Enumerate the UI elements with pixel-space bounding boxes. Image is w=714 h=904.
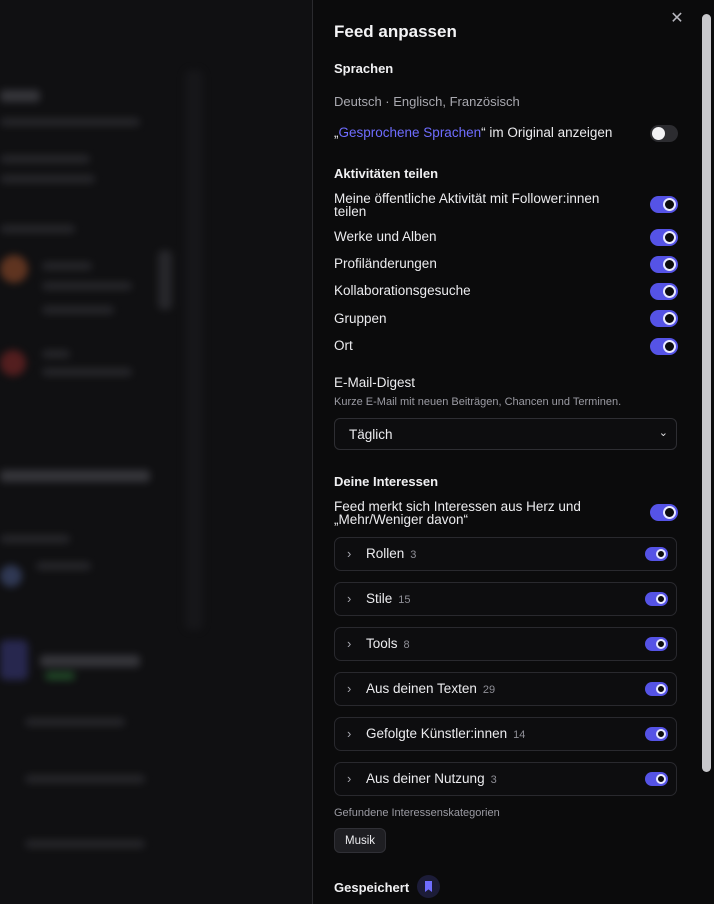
email-digest-select[interactable]: Täglich ⌄ [334, 418, 677, 450]
activity-label-groups: Gruppen [334, 311, 387, 326]
activity-toggle-location[interactable] [650, 338, 678, 355]
category-toggle[interactable] [645, 547, 668, 561]
activity-label-profile: Profiländerungen [334, 256, 437, 271]
email-digest-selected: Täglich [349, 427, 393, 442]
found-interests-label: Gefundene Interessenskategorien [334, 807, 500, 819]
category-count: 8 [403, 639, 410, 651]
chevron-down-icon: ⌄ [658, 427, 668, 439]
interests-remember-label: Feed merkt sich Interessen aus Herz und … [334, 499, 581, 527]
category-count: 3 [410, 549, 417, 561]
category-count: 3 [490, 774, 497, 786]
saved-heading: Gespeichert [334, 880, 410, 895]
email-digest-hint: Kurze E-Mail mit neuen Beiträgen, Chance… [334, 396, 622, 408]
activity-toggle-public[interactable] [650, 196, 678, 213]
category-toggle[interactable] [645, 772, 668, 786]
category-name: Tools [366, 636, 398, 651]
category-name: Gefolgte Künstler:innen [366, 726, 508, 741]
panel-title: Feed anpassen [334, 22, 457, 41]
category-name: Rollen [366, 546, 405, 561]
interest-category-rollen[interactable]: › Rollen 3 [334, 537, 677, 571]
category-count: 15 [398, 594, 411, 606]
interests-remember-toggle[interactable] [650, 504, 678, 521]
category-name: Aus deiner Nutzung [366, 771, 485, 786]
show-original-toggle[interactable] [650, 125, 678, 142]
category-toggle[interactable] [645, 637, 668, 651]
activity-toggle-collab[interactable] [650, 283, 678, 300]
languages-value: Deutsch · Englisch, Französisch [334, 94, 520, 109]
spoken-languages-link[interactable]: Gesprochene Sprachen [339, 125, 482, 140]
chevron-right-icon: › [347, 681, 352, 696]
activity-toggle-profile[interactable] [650, 256, 678, 273]
category-count: 29 [482, 684, 496, 696]
chevron-right-icon: › [347, 636, 352, 651]
interest-category-stile[interactable]: › Stile 15 [334, 582, 677, 616]
interest-category-usage[interactable]: › Aus deiner Nutzung 3 [334, 762, 677, 796]
activity-label-works: Werke und Alben [334, 229, 437, 244]
activity-label-public: Meine öffentliche Aktivität mit Follower… [334, 191, 600, 219]
interest-category-artists[interactable]: › Gefolgte Künstler:innen 14 [334, 717, 677, 751]
chevron-right-icon: › [347, 546, 352, 561]
activity-toggle-groups[interactable] [650, 310, 678, 327]
category-name: Stile [366, 591, 393, 606]
show-original-label: „Gesprochene Sprachen“ im Original anzei… [334, 125, 613, 140]
chevron-right-icon: › [347, 771, 352, 786]
interest-chip-musik[interactable]: Musik [334, 828, 387, 853]
background-page [0, 0, 312, 904]
activity-toggle-works[interactable] [650, 229, 678, 246]
category-name: Aus deinen Texten [366, 681, 477, 696]
scrollbar[interactable] [702, 14, 711, 772]
feed-settings-panel: ✕ Feed anpassen Sprachen Deutsch · Engli… [312, 0, 714, 904]
interests-heading: Deine Interessen [334, 474, 439, 489]
category-toggle[interactable] [645, 682, 668, 696]
category-count: 14 [513, 729, 526, 741]
category-toggle[interactable] [645, 727, 668, 741]
bookmark-icon[interactable] [417, 875, 440, 898]
chevron-right-icon: › [347, 591, 352, 606]
email-digest-label: E-Mail-Digest [334, 375, 416, 390]
chevron-right-icon: › [347, 726, 352, 741]
interest-category-tools[interactable]: › Tools 8 [334, 627, 677, 661]
category-toggle[interactable] [645, 592, 668, 606]
activity-label-collab: Kollaborationsgesuche [334, 283, 471, 298]
interest-category-texts[interactable]: › Aus deinen Texten 29 [334, 672, 677, 706]
activities-heading: Aktivitäten teilen [334, 166, 439, 181]
activity-label-location: Ort [334, 338, 353, 353]
close-icon[interactable]: ✕ [668, 10, 686, 28]
languages-heading: Sprachen [334, 61, 394, 76]
